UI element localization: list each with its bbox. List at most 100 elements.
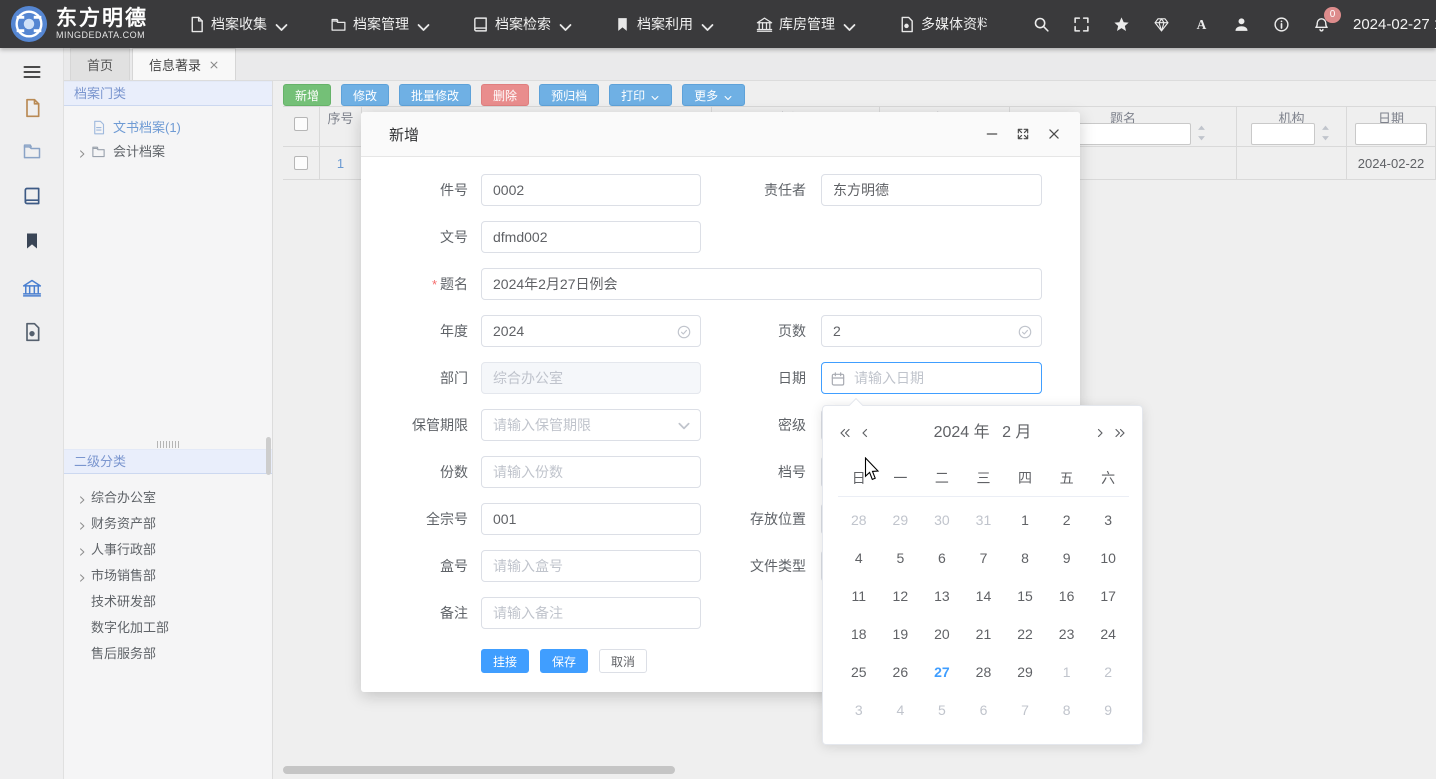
calendar-day[interactable]: 5	[880, 539, 922, 577]
calendar-day[interactable]: 31	[963, 501, 1005, 539]
sort-icon[interactable]	[1319, 124, 1332, 145]
about-icon[interactable]	[1273, 16, 1290, 33]
calendar-day[interactable]: 30	[921, 501, 963, 539]
calendar-day[interactable]: 24	[1087, 615, 1129, 653]
retention-period-input[interactable]	[481, 409, 701, 441]
category-item-6[interactable]: 数字化加工部	[64, 615, 272, 637]
next-month-icon[interactable]	[1094, 427, 1106, 439]
fonds-number-input[interactable]	[481, 503, 701, 535]
rail-archive-manage-icon[interactable]	[22, 141, 42, 161]
pre-archive-button[interactable]: 预归档	[539, 84, 599, 106]
panel-scrollbar-thumb[interactable]	[266, 437, 271, 475]
category-item-2[interactable]: 财务资产部	[64, 511, 272, 533]
remarks-input[interactable]	[481, 597, 701, 629]
calendar-day[interactable]: 19	[880, 615, 922, 653]
dialog-header[interactable]: 新增	[361, 112, 1080, 157]
calendar-day[interactable]: 10	[1087, 539, 1129, 577]
category-item-7[interactable]: 售后服务部	[64, 641, 272, 663]
tree-item-1[interactable]: 文书档案(1)	[64, 115, 272, 137]
menu-storeroom-manage[interactable]: 库房管理	[756, 14, 852, 34]
calendar-day[interactable]: 22	[1004, 615, 1046, 653]
title-input[interactable]	[481, 268, 1042, 300]
notifications-bell-icon[interactable]: 0	[1313, 16, 1330, 33]
calendar-day[interactable]: 29	[880, 501, 922, 539]
tab-close-icon[interactable]	[209, 60, 219, 70]
category-item-4[interactable]: 市场销售部	[64, 563, 272, 585]
box-number-input[interactable]	[481, 550, 701, 582]
menu-archive-use[interactable]: 档案利用	[614, 14, 710, 34]
attach-button[interactable]: 挂接	[481, 649, 529, 673]
sort-icon[interactable]	[1195, 124, 1208, 145]
department-input[interactable]	[481, 362, 701, 394]
calendar-day[interactable]: 5	[921, 691, 963, 729]
year-input[interactable]	[481, 315, 701, 347]
tab-信息著录[interactable]: 信息著录	[132, 48, 236, 80]
calendar-day[interactable]: 6	[963, 691, 1005, 729]
category-item-5[interactable]: 技术研发部	[64, 589, 272, 611]
more-button[interactable]: 更多	[682, 84, 745, 106]
edit-button[interactable]: 修改	[341, 84, 389, 106]
calendar-day[interactable]: 18	[838, 615, 880, 653]
fullscreen-icon[interactable]	[1073, 16, 1090, 33]
calendar-day[interactable]: 4	[880, 691, 922, 729]
calendar-day[interactable]: 15	[1004, 577, 1046, 615]
calendar-day[interactable]: 25	[838, 653, 880, 691]
collapse-menu-icon[interactable]	[22, 62, 42, 82]
profile-icon[interactable]	[1233, 16, 1250, 33]
filter-input-date[interactable]	[1355, 123, 1427, 145]
rail-multimedia-icon[interactable]	[22, 322, 42, 342]
menu-archive-manage[interactable]: 档案管理	[330, 14, 426, 34]
responsible-input[interactable]	[821, 174, 1042, 206]
calendar-day[interactable]: 20	[921, 615, 963, 653]
font-size-icon[interactable]: A	[1193, 16, 1210, 33]
calendar-day[interactable]: 29	[1004, 653, 1046, 691]
calendar-day[interactable]: 28	[838, 501, 880, 539]
tab-首页[interactable]: 首页	[70, 48, 130, 80]
menu-archive-search[interactable]: 档案检索	[472, 14, 568, 34]
document-number-input[interactable]	[481, 221, 701, 253]
calendar-day[interactable]: 1	[1046, 653, 1088, 691]
chevron-right-icon[interactable]	[77, 543, 87, 553]
calendar-day[interactable]: 1	[1004, 501, 1046, 539]
calendar-day[interactable]: 21	[963, 615, 1005, 653]
calendar-day[interactable]: 11	[838, 577, 880, 615]
row-seq-link[interactable]: 1	[337, 156, 344, 171]
minimize-icon[interactable]	[985, 127, 999, 141]
horizontal-scrollbar-thumb[interactable]	[283, 766, 675, 774]
calendar-day[interactable]: 26	[880, 653, 922, 691]
calendar-day-today[interactable]: 27	[921, 653, 963, 691]
calendar-day[interactable]: 12	[880, 577, 922, 615]
panel-splitter[interactable]	[64, 439, 272, 449]
category-item-1[interactable]: 综合办公室	[64, 485, 272, 507]
menu-multimedia[interactable]: 多媒体资料	[898, 14, 987, 34]
add-button[interactable]: 新增	[283, 84, 331, 106]
theme-icon[interactable]	[1153, 16, 1170, 33]
calendar-day[interactable]: 3	[1087, 501, 1129, 539]
search-icon[interactable]	[1033, 16, 1050, 33]
calendar-month[interactable]: 2 月	[1002, 424, 1031, 441]
calendar-day[interactable]: 8	[1046, 691, 1088, 729]
calendar-day[interactable]: 23	[1046, 615, 1088, 653]
calendar-day[interactable]: 3	[838, 691, 880, 729]
row-checkbox[interactable]	[294, 156, 308, 170]
calendar-day[interactable]: 28	[963, 653, 1005, 691]
favorite-icon[interactable]	[1113, 16, 1130, 33]
row-cell-seq[interactable]: 1	[320, 147, 362, 179]
cancel-button[interactable]: 取消	[599, 649, 647, 673]
tree-item-2[interactable]: 会计档案	[64, 139, 272, 161]
chevron-right-icon[interactable]	[77, 569, 87, 579]
calendar-day[interactable]: 17	[1087, 577, 1129, 615]
rail-archive-search-icon[interactable]	[22, 186, 42, 206]
logo[interactable]: 东方明德 MINGDEDATA.COM	[0, 5, 172, 43]
select-all-checkbox[interactable]	[294, 117, 308, 131]
calendar-day[interactable]: 8	[1004, 539, 1046, 577]
delete-button[interactable]: 删除	[481, 84, 529, 106]
maximize-icon[interactable]	[1016, 127, 1030, 141]
rail-storeroom-icon[interactable]	[22, 278, 42, 298]
filter-input-organization[interactable]	[1251, 123, 1315, 145]
category-item-3[interactable]: 人事行政部	[64, 537, 272, 559]
chevron-right-icon[interactable]	[77, 517, 87, 527]
chevron-right-icon[interactable]	[77, 491, 87, 501]
batch-edit-button[interactable]: 批量修改	[399, 84, 471, 106]
calendar-day[interactable]: 9	[1046, 539, 1088, 577]
